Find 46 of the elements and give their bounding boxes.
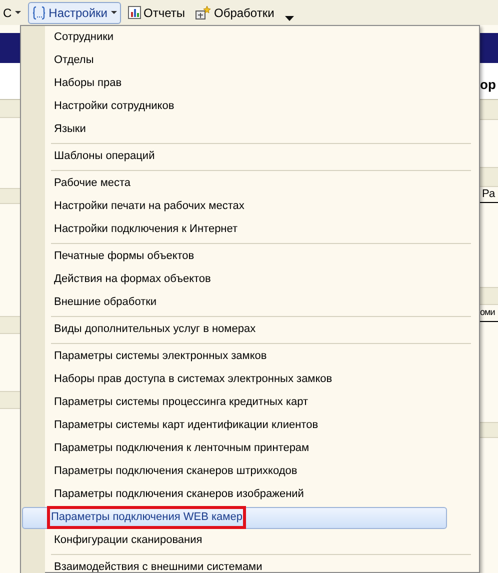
menu-item[interactable]: Параметры подключения к ленточным принтерам bbox=[48, 438, 473, 460]
toolbar-button[interactable]: Настройки bbox=[28, 2, 121, 24]
menu-item[interactable]: Параметры подключения сканеров штрихкодов bbox=[48, 460, 473, 482]
braces-icon bbox=[32, 6, 46, 20]
section-band bbox=[0, 316, 20, 334]
menu-item[interactable]: Печатные формы объектов bbox=[48, 246, 473, 268]
menu-item[interactable]: Отделы bbox=[48, 50, 473, 72]
menu-item[interactable]: Настройки печати на рабочих местах bbox=[48, 196, 473, 218]
menu-item[interactable]: Конфигурации сканирования bbox=[48, 530, 473, 552]
toolbar-button[interactable]: Отчеты bbox=[124, 2, 188, 24]
section-band bbox=[0, 391, 20, 409]
section-band bbox=[480, 422, 498, 438]
menu-item[interactable]: Параметры системы процессинга кредитных карт bbox=[48, 392, 473, 414]
menu-item[interactable]: Настройки подключения к Интернет bbox=[48, 218, 473, 240]
caret-icon bbox=[14, 10, 21, 14]
caret-icon bbox=[110, 10, 117, 14]
toolbar-button[interactable]: С bbox=[0, 2, 24, 24]
menu-item[interactable]: Параметры подключения сканеров изображений bbox=[48, 484, 473, 506]
overflow-icon[interactable] bbox=[285, 16, 294, 21]
menu-item[interactable]: Наборы прав доступа в системах электронных замков bbox=[48, 368, 473, 390]
form-title: ор bbox=[480, 77, 496, 94]
column-header: Ра bbox=[481, 187, 496, 202]
menu-item[interactable]: Настройки сотрудников bbox=[48, 96, 473, 118]
document-star-icon bbox=[195, 5, 211, 20]
header-bar bbox=[480, 33, 498, 63]
column-header: оми bbox=[480, 306, 495, 320]
menu-item[interactable]: Сотрудники bbox=[48, 26, 473, 48]
menu-item[interactable]: Параметры системы карт идентификации клиентов bbox=[48, 414, 473, 436]
menu-item[interactable]: Наборы прав bbox=[48, 72, 473, 94]
menu-item[interactable]: Внешние обработки bbox=[48, 292, 473, 314]
section-band bbox=[480, 287, 498, 305]
section-band bbox=[480, 167, 498, 187]
section-band bbox=[0, 100, 20, 118]
bar-chart-icon bbox=[128, 6, 141, 19]
header-bar bbox=[0, 33, 20, 63]
section-band bbox=[0, 188, 20, 204]
menu-item[interactable]: Языки bbox=[48, 118, 473, 140]
menu-item[interactable]: Шаблоны операций bbox=[48, 146, 473, 168]
form-header bbox=[0, 63, 20, 100]
menu-item[interactable]: Виды дополнительных услуг в номерах bbox=[48, 318, 473, 340]
menu-item[interactable]: Параметры подключения WEB камер bbox=[22, 506, 447, 528]
section-band bbox=[480, 100, 498, 120]
menu-item[interactable]: Действия на формах объектов bbox=[48, 268, 473, 290]
toolbar-button[interactable]: Обработки bbox=[192, 2, 278, 24]
menu-item[interactable]: Рабочие места bbox=[48, 172, 473, 194]
menu-item[interactable]: Параметры системы электронных замков bbox=[48, 346, 473, 368]
